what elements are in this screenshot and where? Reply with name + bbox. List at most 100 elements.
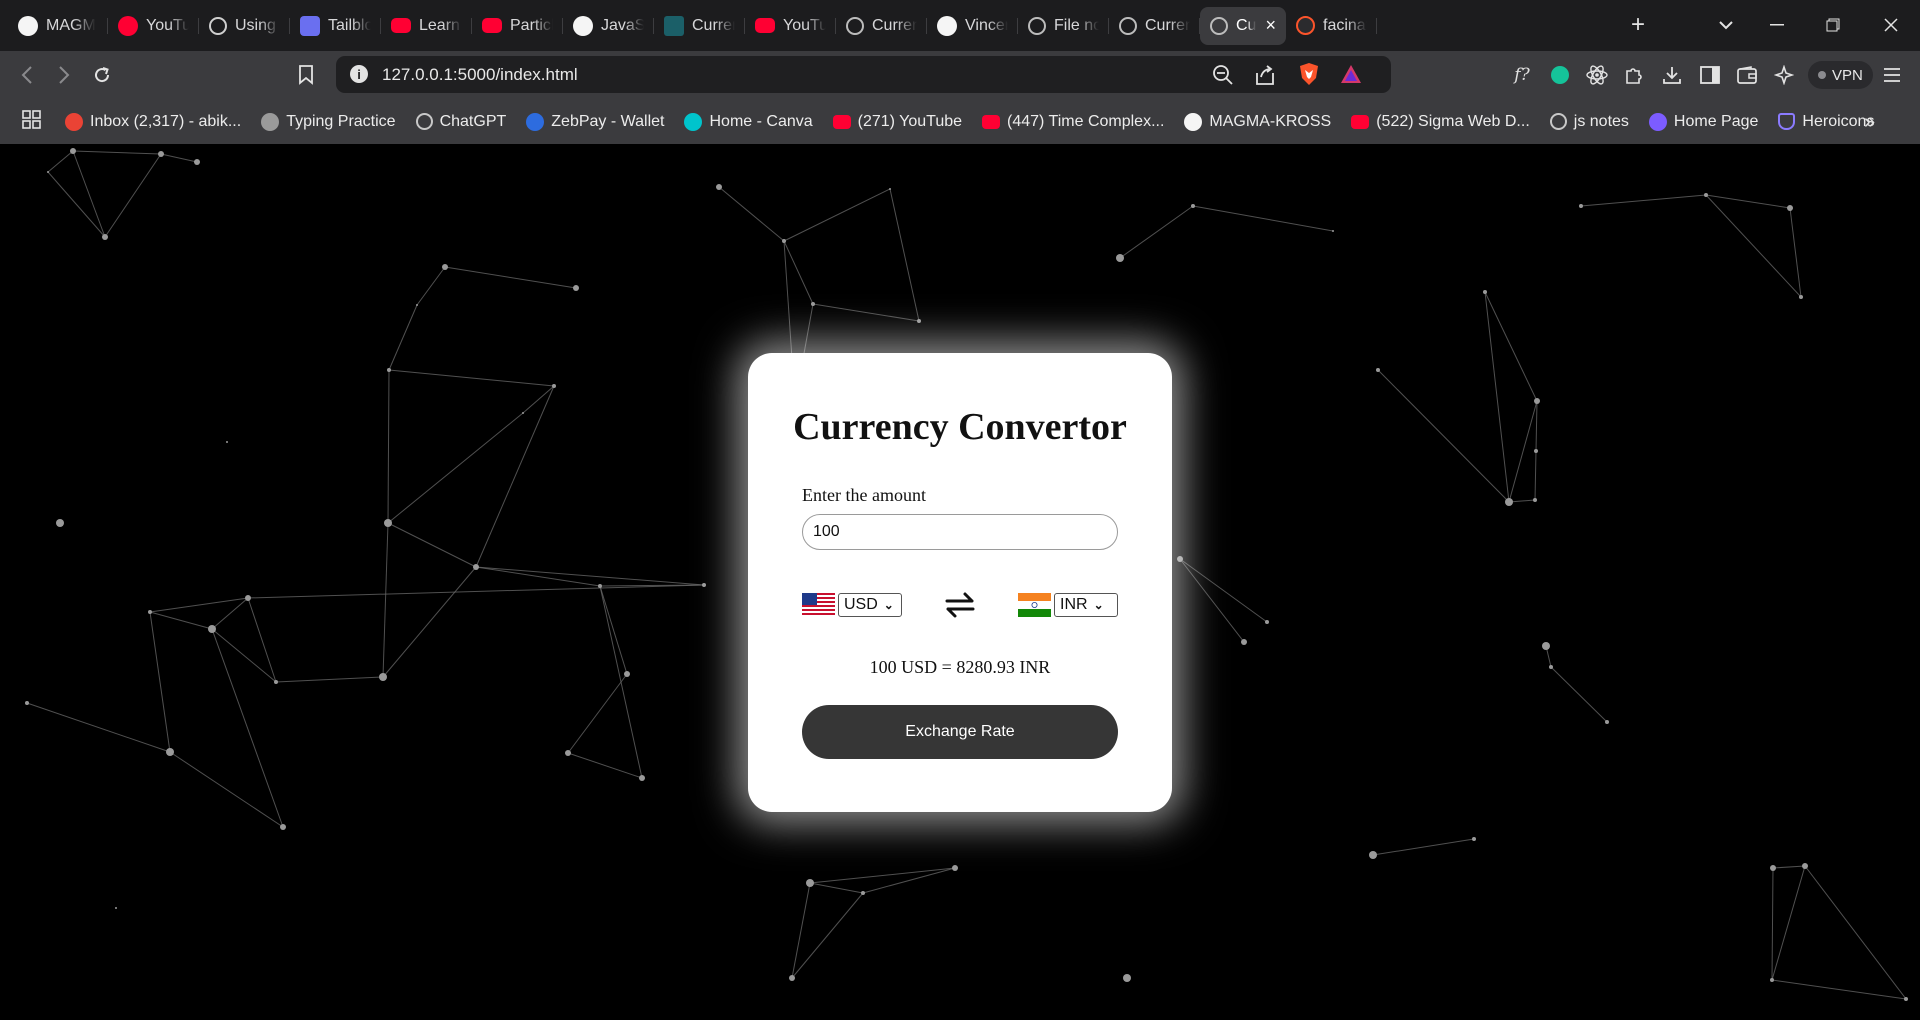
restore-button[interactable] [1816,8,1850,42]
bookmark-item[interactable]: (522) Sigma Web D... [1351,113,1530,131]
browser-tab[interactable]: YouTul [745,7,836,45]
browser-tab[interactable]: Curren [654,7,745,45]
youtube-icon [391,18,411,33]
address-bar[interactable]: i 127.0.0.1:5000/index.html [336,56,1391,93]
browser-tab[interactable]: facinat [1286,7,1377,45]
particle-link [1508,400,1538,503]
globe-icon [1210,16,1228,35]
bookmark-item[interactable]: Heroicons [1778,113,1874,131]
particle-link [1377,369,1510,503]
bookmark-item[interactable]: Home Page [1648,112,1758,131]
bookmark-item[interactable]: (271) YouTube [832,113,962,131]
browser-tab[interactable]: Tailblo [290,7,381,45]
menu-icon[interactable] [1879,62,1905,88]
bookmark-label: MAGMA-KROSS [1209,112,1332,130]
bookmark-item[interactable]: js notes [1549,113,1629,131]
browser-tab[interactable]: Using C [199,7,290,45]
bookmark-label: (447) Time Complex... [1007,112,1165,130]
amount-input[interactable] [802,514,1118,550]
zoom-icon[interactable] [1212,64,1234,91]
wallet-icon[interactable] [1734,62,1760,88]
share-icon[interactable] [1254,64,1276,91]
url-text[interactable]: 127.0.0.1:5000/index.html [382,65,578,85]
particle-dot [573,285,579,291]
extensions-icon[interactable] [1621,62,1647,88]
page-title: Currency Convertor [793,406,1127,448]
chatgpt-icon [415,113,433,130]
tab-label: YouTul [146,16,189,34]
browser-tab[interactable]: File no [1018,7,1109,45]
swap-arrows-icon[interactable] [944,591,976,619]
particle-link [247,597,277,683]
more-bookmarks-chevron-icon[interactable]: » [1864,111,1875,134]
forward-arrow-icon[interactable] [51,62,77,88]
to-currency-select[interactable]: INR ⌄ [1054,593,1118,617]
browser-tab[interactable]: Vincen [927,7,1018,45]
particle-dot [280,824,286,830]
browser-tab[interactable]: Learn E [381,7,472,45]
apps-grid-icon[interactable] [22,109,41,134]
font-fx-icon[interactable]: f? [1509,62,1535,88]
particle-dot [811,302,815,306]
browser-tab[interactable]: Curren [1109,7,1200,45]
particle-dot [158,151,164,157]
browser-tab[interactable]: Cu × [1200,6,1286,45]
browser-tab[interactable]: Curren [836,7,927,45]
brave-shields-icon[interactable] [1298,62,1320,91]
browser-tab[interactable]: YouTul [108,7,199,45]
exchange-rate-button[interactable]: Exchange Rate [802,705,1118,759]
particle-dot [522,412,524,414]
close-tab-icon[interactable]: × [1265,15,1276,36]
react-devtools-icon[interactable] [1584,62,1610,88]
close-window-button[interactable] [1874,8,1908,42]
particle-link [382,566,477,678]
download-icon[interactable] [1659,62,1685,88]
sidebar-icon[interactable] [1697,62,1723,88]
heroicons-icon [1778,113,1796,130]
bookmark-item[interactable]: (447) Time Complex... [982,113,1164,131]
particle-link [1789,207,1802,298]
brave-rewards-icon[interactable] [1340,64,1362,89]
vpn-button[interactable]: VPN [1808,61,1873,89]
particle-dot [702,583,706,587]
particle-link [1804,865,1907,1000]
particle-dot [226,441,228,443]
particle-dot [166,748,174,756]
tab-label: Vincen [965,16,1008,34]
bookmark-item[interactable]: ChatGPT [415,113,506,131]
particle-dot [1542,642,1550,650]
particle-dot [473,564,479,570]
bookmark-item[interactable]: Home - Canva [684,112,813,131]
particle-link [104,153,162,238]
tab-list: MAGM YouTul Using C Tailblo Learn E Particle J… [0,6,1377,45]
particle-dot [624,671,630,677]
bookmark-item[interactable]: ZebPay - Wallet [526,112,664,131]
particle-link [1119,205,1194,259]
particle-dot [1534,449,1538,453]
back-arrow-icon[interactable] [14,62,40,88]
bookmark-icon[interactable] [293,62,319,88]
grammarly-icon[interactable] [1547,62,1573,88]
particle-dot [1265,620,1269,624]
site-info-icon[interactable]: i [350,65,368,83]
bookmark-item[interactable]: Inbox (2,317) - abik... [65,112,242,131]
minimize-button[interactable] [1760,8,1794,42]
tab-search-chevron-icon[interactable] [1709,8,1743,42]
browser-tab[interactable]: Particle [472,7,563,45]
particle-dot [952,865,958,871]
bookmark-item[interactable]: Typing Practice [261,112,396,131]
particle-link [1484,291,1510,503]
browser-tab[interactable]: JavaScr [563,7,654,45]
browser-tab[interactable]: MAGM [0,7,108,45]
bookmark-item[interactable]: MAGMA-KROSS [1184,112,1332,131]
reload-icon[interactable] [89,62,115,88]
tab-label: Using C [235,16,280,34]
new-tab-button[interactable]: + [1621,8,1655,42]
particle-link [72,150,162,155]
particle-dot [1770,865,1776,871]
leo-ai-icon[interactable] [1771,62,1797,88]
from-currency-select[interactable]: USD ⌄ [838,593,902,617]
tab-label: Curren [872,16,917,34]
bookmark-label: Inbox (2,317) - abik... [90,112,242,130]
github-icon [1184,112,1203,131]
